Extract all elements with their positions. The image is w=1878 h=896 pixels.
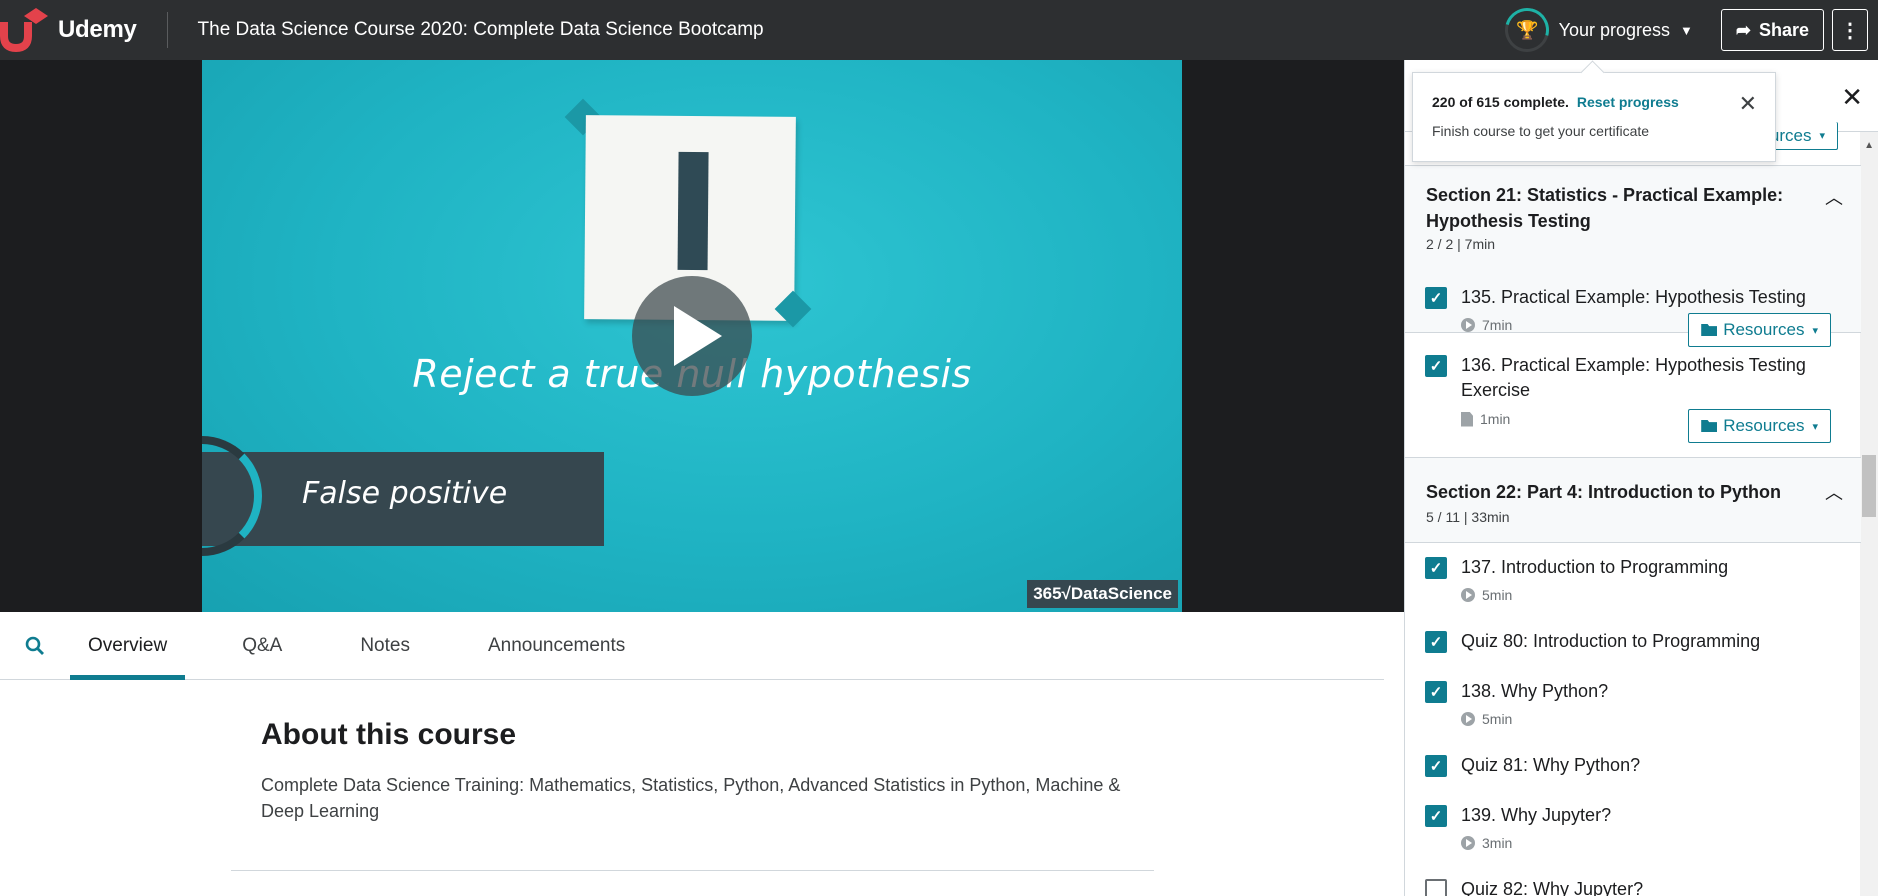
about-divider	[231, 870, 1154, 871]
close-icon[interactable]: ✕	[1739, 91, 1757, 117]
completed-checkbox[interactable]: ✓	[1425, 631, 1447, 653]
course-title-link[interactable]: The Data Science Course 2020: Complete D…	[198, 19, 764, 41]
completed-checkbox[interactable]: ✓	[1425, 557, 1447, 579]
logo-text: Udemy	[58, 16, 137, 43]
more-options-button[interactable]: ⋮	[1832, 9, 1868, 51]
progress-popover: 220 of 615 complete. Reset progress Fini…	[1412, 72, 1776, 162]
progress-summary: 220 of 615 complete. Reset progress	[1432, 94, 1679, 110]
lecture-item[interactable]: ✓ 136. Practical Example: Hypothesis Tes…	[1405, 355, 1861, 465]
roman-numeral-one	[677, 151, 709, 271]
video-frame[interactable]: Reject a true null hypothesis False posi…	[202, 60, 1182, 612]
play-circle-icon	[1461, 318, 1475, 332]
udemy-logo[interactable]: Udemy	[0, 0, 137, 60]
lecture-duration: 7min	[1461, 317, 1512, 333]
lecture-item[interactable]: ✓ 135. Practical Example: Hypothesis Tes…	[1405, 275, 1861, 355]
completed-checkbox[interactable]: ✓	[1425, 355, 1447, 377]
lecture-duration: 1min	[1461, 411, 1510, 427]
lecture-duration: 3min	[1461, 835, 1512, 851]
progress-label: Your progress	[1558, 19, 1670, 40]
section-22-header[interactable]: Section 22: Part 4: Introduction to Pyth…	[1405, 457, 1861, 543]
chevron-down-icon: ▼	[1680, 22, 1693, 38]
video-player-area: Reject a true null hypothesis False posi…	[0, 60, 1404, 612]
tab-notes[interactable]: Notes	[342, 612, 428, 680]
your-progress-dropdown[interactable]: 🏆 Your progress ▼	[1496, 0, 1693, 61]
lower-third-text: False positive	[302, 476, 508, 511]
share-label: Share	[1758, 19, 1809, 40]
quiz-item[interactable]: ✓ Quiz 81: Why Python?	[1405, 755, 1861, 795]
trophy-icon: 🏆	[1515, 20, 1538, 41]
file-icon	[1461, 411, 1473, 427]
lecture-duration: 5min	[1461, 711, 1512, 727]
chevron-up-icon[interactable]: ︿	[1825, 184, 1843, 210]
duration-text: 1min	[1480, 411, 1511, 427]
lecture-duration: 5min	[1461, 587, 1512, 603]
quiz-item[interactable]: ✓ Quiz 80: Introduction to Programming	[1405, 631, 1861, 671]
about-section: About this course Complete Data Science …	[261, 718, 1121, 824]
close-icon[interactable]: ✕	[1841, 82, 1863, 113]
quiz-title: Quiz 81: Why Python?	[1461, 755, 1641, 775]
duration-text: 5min	[1482, 711, 1513, 727]
lecture-title: 138. Why Python?	[1461, 681, 1609, 701]
reset-progress-link[interactable]: Reset progress	[1577, 94, 1679, 110]
tab-announcements[interactable]: Announcements	[470, 612, 643, 680]
share-arrow-icon: ➦	[1735, 19, 1751, 40]
tab-overview[interactable]: Overview	[70, 612, 186, 680]
lecture-item[interactable]: ✓ 137. Introduction to Programming 5min	[1405, 557, 1861, 617]
section-meta: 5 / 11 | 33min	[1426, 509, 1510, 525]
progress-ring: 🏆	[1496, 0, 1557, 61]
resources-button[interactable]: Resources ▾	[1688, 313, 1831, 347]
lecture-title: 136. Practical Example: Hypothesis Testi…	[1461, 355, 1806, 400]
quiz-item[interactable]: Quiz 82: Why Jupyter?	[1405, 879, 1861, 896]
about-description: Complete Data Science Training: Mathemat…	[261, 775, 1121, 821]
resources-button[interactable]: Resources ▾	[1688, 409, 1831, 443]
tab-qa[interactable]: Q&A	[224, 612, 300, 680]
quiz-title: Quiz 82: Why Jupyter?	[1461, 879, 1644, 896]
about-heading: About this course	[261, 718, 517, 751]
header-divider	[166, 12, 168, 48]
folder-open-icon	[1701, 420, 1718, 432]
resources-label: Resources	[1723, 320, 1805, 339]
complete-count-text: 220 of 615 complete.	[1432, 94, 1569, 110]
search-icon	[25, 636, 44, 655]
vertical-dots-icon: ⋮	[1840, 19, 1860, 42]
lecture-title: 137. Introduction to Programming	[1461, 557, 1729, 577]
completed-checkbox[interactable]: ✓	[1425, 755, 1447, 777]
incomplete-checkbox[interactable]	[1425, 879, 1447, 896]
chevron-up-icon[interactable]: ︿	[1825, 479, 1843, 505]
quiz-title: Quiz 80: Introduction to Programming	[1461, 631, 1761, 651]
section-title: Section 22: Part 4: Introduction to Pyth…	[1426, 482, 1782, 502]
play-circle-icon	[1461, 712, 1475, 726]
folder-open-icon	[1701, 324, 1718, 336]
completed-checkbox[interactable]: ✓	[1425, 681, 1447, 703]
lecture-item[interactable]: ✓ 138. Why Python? 5min	[1405, 681, 1861, 741]
duration-text: 5min	[1482, 587, 1513, 603]
play-circle-icon	[1461, 588, 1475, 602]
scrollbar-thumb[interactable]	[1862, 455, 1876, 517]
completed-checkbox[interactable]: ✓	[1425, 805, 1447, 827]
lecture-item[interactable]: ✓ 139. Why Jupyter? 3min	[1405, 805, 1861, 865]
duration-text: 7min	[1482, 317, 1513, 333]
content-tabs: Overview Q&A Notes Announcements	[0, 612, 1384, 680]
certificate-hint: Finish course to get your certificate	[1432, 123, 1650, 139]
chevron-down-icon: ▾	[1819, 130, 1825, 142]
resources-label: Resources	[1723, 416, 1805, 435]
chevron-down-icon: ▾	[1812, 420, 1818, 433]
lecture-title: 139. Why Jupyter?	[1461, 805, 1612, 825]
section-title: Section 21: Statistics - Practical Examp…	[1426, 185, 1784, 231]
play-button[interactable]	[632, 276, 752, 396]
completed-checkbox[interactable]: ✓	[1425, 287, 1447, 309]
play-circle-icon	[1461, 836, 1475, 850]
play-icon	[674, 306, 722, 366]
section-meta: 2 / 2 | 7min	[1426, 236, 1496, 252]
scroll-up-arrow-icon[interactable]: ▲	[1864, 140, 1874, 151]
watermark-logo: 365√DataScience	[1027, 580, 1178, 608]
top-header: Udemy The Data Science Course 2020: Comp…	[0, 0, 1878, 61]
course-content-sidebar: ✕ sources ▾ ▲ Section 21: Statistics - P…	[1404, 60, 1878, 896]
duration-text: 3min	[1482, 835, 1513, 851]
chevron-down-icon: ▾	[1812, 324, 1818, 337]
search-tab[interactable]	[0, 612, 70, 680]
share-button[interactable]: ➦ Share	[1720, 9, 1824, 51]
lecture-title: 135. Practical Example: Hypothesis Testi…	[1461, 287, 1806, 307]
udemy-logo-icon	[0, 8, 48, 53]
